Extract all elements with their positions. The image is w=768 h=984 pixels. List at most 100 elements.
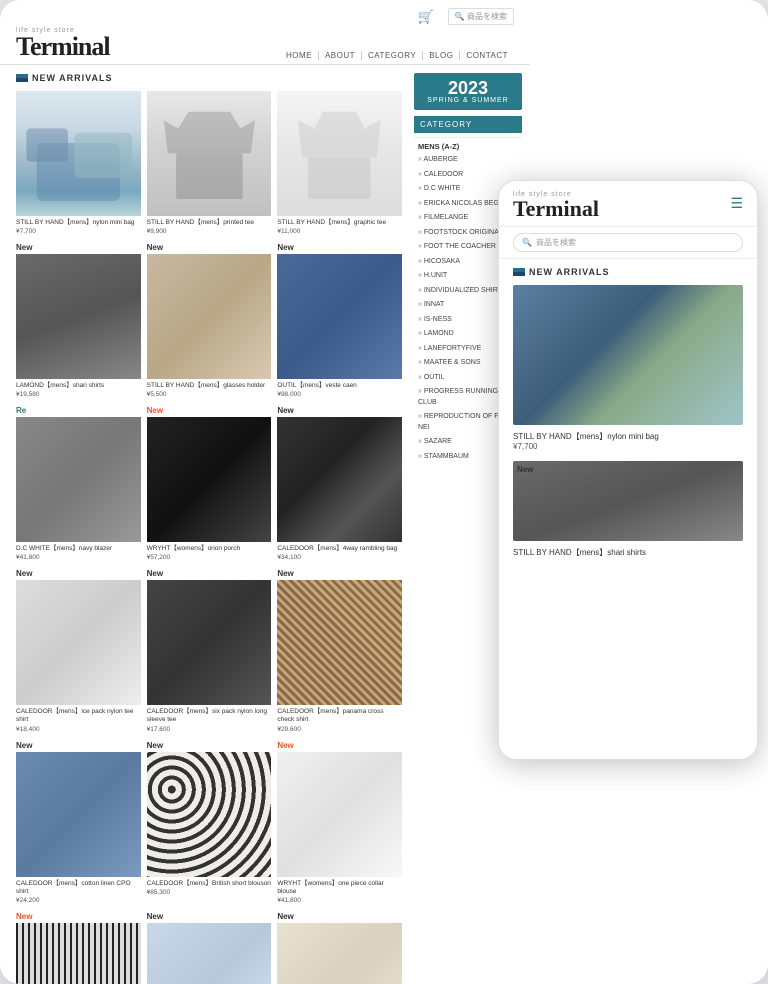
search-box[interactable]: 🔍 商品を検索 xyxy=(448,8,514,25)
sidebar-category-header: CATEGORY xyxy=(414,116,522,133)
product-card[interactable]: New WRYHТ【womens】one piece collar blouse… xyxy=(277,741,402,905)
site-logo[interactable]: Terminal xyxy=(16,34,110,60)
product-card[interactable]: New CALEDOOR【mens】British short blouson … xyxy=(147,741,272,905)
flag-icon xyxy=(16,74,28,82)
product-badge: New xyxy=(277,912,402,921)
product-card[interactable]: New WRYHТ【womens】string waist trouser ¥4… xyxy=(16,912,141,984)
product-card[interactable]: New OUTIL【unisex】tricot aast short sleev… xyxy=(147,912,272,984)
product-card[interactable]: New OUTIL【mens】veste caen ¥98,000 xyxy=(277,243,402,398)
product-image xyxy=(277,91,402,216)
product-image xyxy=(277,417,402,542)
product-name: OUTIL【mens】veste caen xyxy=(277,382,402,390)
mobile-search-area: 🔍 商品を検索 xyxy=(499,227,757,259)
product-image xyxy=(147,91,272,216)
product-card[interactable]: New WRYHТ【womens】orion porch ¥57,200 xyxy=(147,406,272,561)
mobile-product-price-1: ¥7,700 xyxy=(513,442,743,451)
product-name: LAMOND【mens】shari shirts xyxy=(16,382,141,390)
hamburger-icon[interactable]: ☰ xyxy=(730,195,743,212)
product-image xyxy=(277,254,402,379)
product-image xyxy=(16,580,141,705)
product-badge: New xyxy=(147,741,272,750)
product-badge: New xyxy=(277,569,402,578)
product-badge: New xyxy=(147,406,272,415)
product-image-inner xyxy=(147,91,272,216)
product-name: CALEDOOR【mens】British short blouson xyxy=(147,880,272,888)
products-grid-row5: New WRYHТ【womens】string waist trouser ¥4… xyxy=(16,912,402,984)
mobile-new-arrivals-banner: NEW ARRIVALS xyxy=(513,267,743,277)
product-card[interactable]: STILL BY HAND【mens】printed tee ¥9,900 xyxy=(147,91,272,235)
desktop-main: NEW ARRIVALS xyxy=(0,65,530,984)
product-price: ¥29,600 xyxy=(277,726,402,733)
product-card[interactable]: New CALEDOOR【mens】six pack nylon long sl… xyxy=(147,569,272,733)
main-nav: HOME ABOUT CATEGORY BLOG CONTACT xyxy=(280,51,514,60)
product-badge: New xyxy=(147,912,272,921)
product-price: ¥19,580 xyxy=(16,391,141,398)
mobile-product-1[interactable]: STILL BY HAND【mens】nylon mini bag ¥7,700 xyxy=(513,285,743,451)
product-image xyxy=(16,752,141,877)
new-arrivals-banner: NEW ARRIVALS xyxy=(16,73,402,83)
product-image xyxy=(16,91,141,216)
nav-contact[interactable]: CONTACT xyxy=(460,51,514,60)
product-price: ¥24,200 xyxy=(16,897,141,904)
product-card[interactable]: New STILL BY HAND【mens】open collar pullo… xyxy=(277,912,402,984)
product-card[interactable]: Re D.C WHITE【mens】navy blazer ¥41,800 xyxy=(16,406,141,561)
product-image xyxy=(277,923,402,984)
mobile-product-badge: New xyxy=(517,465,533,474)
product-image xyxy=(147,923,272,984)
mobile-site: life style store Terminal ☰ 🔍 商品を検索 NEW … xyxy=(498,180,758,760)
sidebar-item[interactable]: CALEDOOR xyxy=(414,168,522,183)
product-name: STILL BY HAND【mens】glasses holder xyxy=(147,382,272,390)
products-grid-row4: New CALEDOOR【mens】cotton linen CPO shirt… xyxy=(16,741,402,905)
product-card[interactable]: New CALEDOOR【mens】4way rambling bag ¥34,… xyxy=(277,406,402,561)
product-name: CALEDOOR【mens】ice pack nylon tee shirt xyxy=(16,708,141,725)
product-price: ¥98,000 xyxy=(277,391,402,398)
new-arrivals-title: NEW ARRIVALS xyxy=(32,73,113,83)
cart-icon[interactable]: 🛒 xyxy=(418,9,434,25)
product-image xyxy=(16,254,141,379)
mobile-product-name-2: STILL BY HAND【mens】shari shirts xyxy=(513,547,743,558)
product-badge: New xyxy=(16,741,141,750)
mobile-product-2[interactable]: New STILL BY HAND【mens】shari shirts xyxy=(513,461,743,558)
product-image xyxy=(147,752,272,877)
product-card[interactable]: New CALEDOOR【mens】cotton linen CPO shirt… xyxy=(16,741,141,905)
product-card[interactable]: New CALEDOOR【mens】panama cross check shi… xyxy=(277,569,402,733)
sidebar-item[interactable]: AUBERGE xyxy=(414,153,522,168)
product-name: STILL BY HAND【mens】graphic tee xyxy=(277,219,402,227)
desktop-site: 🛒 🔍 商品を検索 life style store Terminal HOME… xyxy=(0,0,530,984)
product-image xyxy=(16,417,141,542)
product-name: CALEDOOR【mens】4way rambling bag xyxy=(277,545,402,553)
product-image xyxy=(147,417,272,542)
product-card[interactable]: STILL BY HAND【mens】nylon mini bag ¥7,700 xyxy=(16,91,141,235)
product-name: D.C WHITE【mens】navy blazer xyxy=(16,545,141,553)
product-price: ¥9,900 xyxy=(147,228,272,235)
product-price: ¥85,300 xyxy=(147,889,272,896)
nav-blog[interactable]: BLOG xyxy=(423,51,460,60)
product-image xyxy=(147,580,272,705)
mobile-search-box[interactable]: 🔍 商品を検索 xyxy=(513,233,743,252)
nav-home[interactable]: HOME xyxy=(280,51,319,60)
product-card[interactable]: New LAMOND【mens】shari shirts ¥19,580 xyxy=(16,243,141,398)
product-card[interactable]: STILL BY HAND【mens】graphic tee ¥11,000 xyxy=(277,91,402,235)
product-image-inner xyxy=(277,91,402,216)
mobile-logo[interactable]: Terminal xyxy=(513,198,599,220)
product-price: ¥41,800 xyxy=(16,554,141,561)
product-price: ¥57,200 xyxy=(147,554,272,561)
mobile-new-arrivals-title: NEW ARRIVALS xyxy=(529,267,610,277)
product-badge: New xyxy=(16,569,141,578)
product-card[interactable]: New CALEDOOR【mens】ice pack nylon tee shi… xyxy=(16,569,141,733)
products-grid-row1: New LAMOND【mens】shari shirts ¥19,580 New… xyxy=(16,243,402,398)
sidebar-season: SPRING & SUMMER xyxy=(418,97,518,104)
product-price: ¥5,500 xyxy=(147,391,272,398)
product-name: STILL BY HAND【mens】printed tee xyxy=(147,219,272,227)
product-card[interactable]: New STILL BY HAND【mens】glasses holder ¥5… xyxy=(147,243,272,398)
desktop-content: NEW ARRIVALS xyxy=(0,65,410,984)
mobile-content[interactable]: NEW ARRIVALS STILL BY HAND【mens】nylon mi… xyxy=(499,259,757,749)
product-badge: New xyxy=(147,243,272,252)
search-icon: 🔍 xyxy=(522,238,532,247)
product-image xyxy=(16,923,141,984)
product-image-inner xyxy=(16,91,141,216)
product-badge: New xyxy=(16,912,141,921)
nav-about[interactable]: ABOUT xyxy=(319,51,362,60)
nav-category[interactable]: CATEGORY xyxy=(362,51,423,60)
product-badge: New xyxy=(16,243,141,252)
